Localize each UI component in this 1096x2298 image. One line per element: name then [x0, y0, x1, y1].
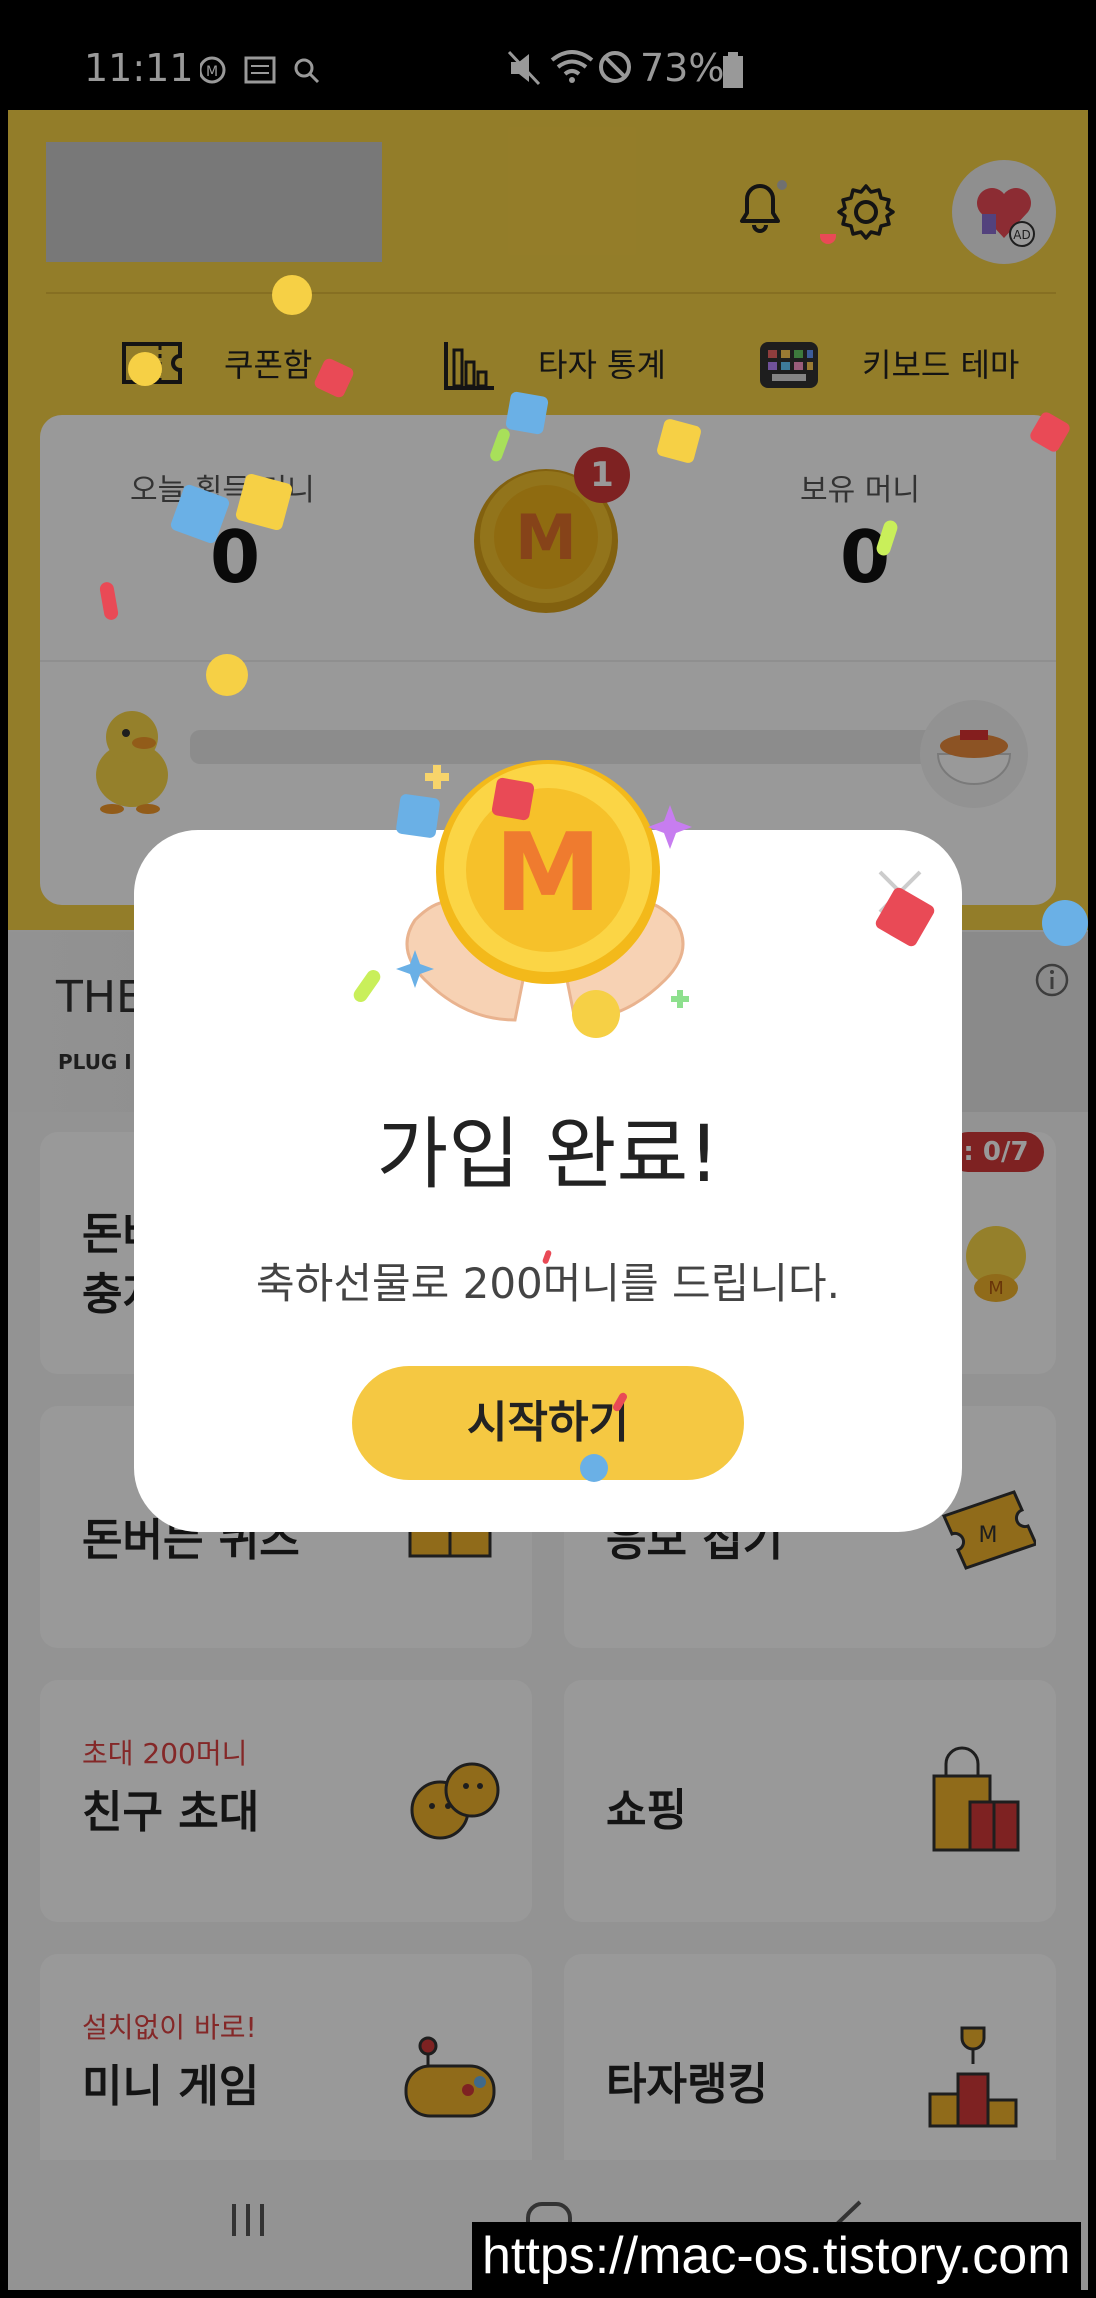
confetti — [1042, 900, 1088, 946]
confetti — [206, 654, 248, 696]
confetti — [128, 352, 162, 386]
confetti — [504, 390, 550, 436]
dialog-title: 가입 완료! — [376, 1110, 720, 1200]
confetti — [490, 776, 536, 822]
confetti — [572, 990, 620, 1038]
confetti — [272, 275, 312, 315]
confetti — [580, 1454, 608, 1482]
start-button[interactable]: 시작하기 — [352, 1366, 744, 1480]
coin-letter: M — [494, 811, 601, 936]
confetti — [395, 793, 441, 839]
watermark-url: https://mac-os.tistory.com — [472, 2222, 1081, 2290]
